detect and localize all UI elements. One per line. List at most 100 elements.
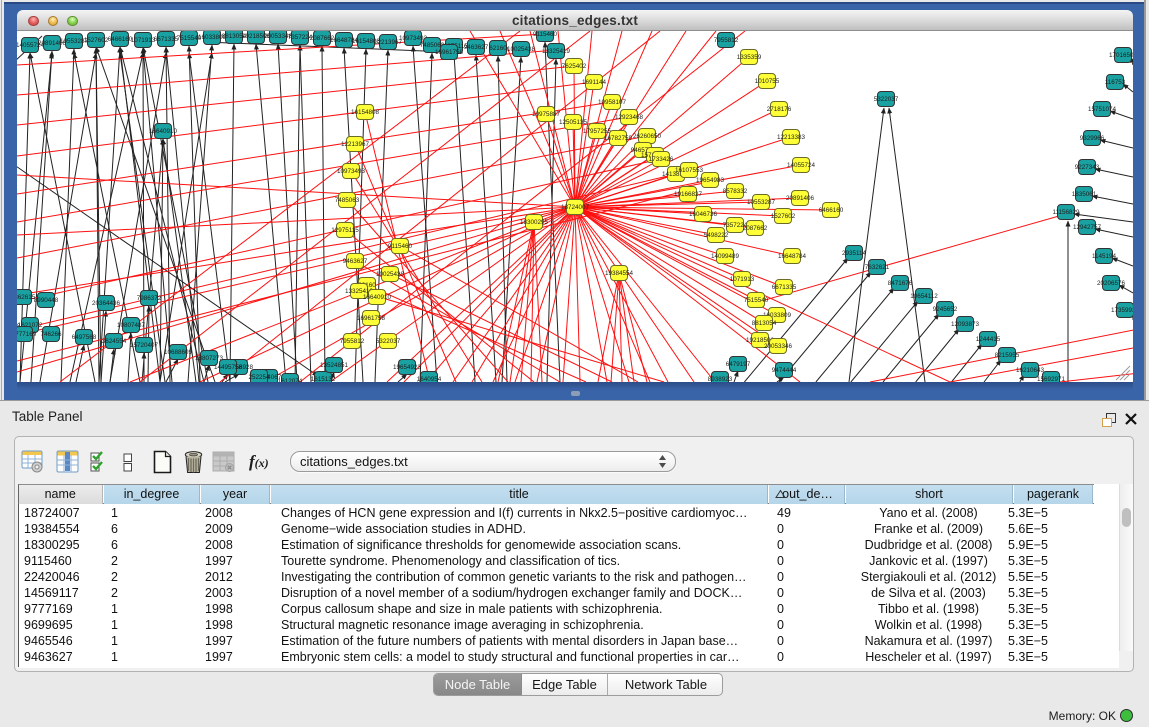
svg-text:19384554: 19384554 [605, 270, 634, 277]
svg-text:12975115: 12975115 [331, 227, 359, 234]
svg-text:1527602: 1527602 [771, 213, 796, 220]
svg-text:20891406: 20891406 [786, 195, 815, 202]
svg-text:3624554: 3624554 [102, 338, 127, 345]
svg-text:8471676: 8471676 [888, 280, 913, 287]
svg-text:14099489: 14099489 [711, 253, 740, 260]
svg-text:1615132: 1615132 [311, 376, 336, 382]
svg-text:12093873: 12093873 [951, 321, 980, 328]
svg-text:1612074: 1612074 [278, 378, 303, 382]
svg-text:6671335: 6671335 [154, 36, 179, 43]
svg-text:17359934: 17359934 [1111, 307, 1133, 314]
svg-text:1640954: 1640954 [417, 376, 442, 382]
svg-text:10975887: 10975887 [532, 111, 561, 118]
svg-text:9115460: 9115460 [533, 31, 558, 38]
svg-text:746266: 746266 [40, 331, 62, 338]
svg-text:5322037: 5322037 [874, 96, 899, 103]
svg-text:1145194: 1145194 [1092, 253, 1117, 260]
svg-text:20206576: 20206576 [1097, 280, 1126, 287]
svg-text:8990448: 8990448 [34, 297, 59, 304]
svg-text:10654112: 10654112 [910, 293, 938, 300]
svg-text:1733426: 1733426 [649, 156, 674, 163]
svg-text:16210643: 16210643 [1016, 367, 1045, 374]
svg-text:19166827: 19166827 [674, 191, 703, 198]
svg-text:16648784: 16648784 [778, 253, 807, 260]
svg-text:16961758: 16961758 [435, 49, 464, 56]
svg-text:12923468: 12923468 [615, 114, 644, 121]
svg-text:9474444: 9474444 [772, 367, 797, 374]
svg-text:1071913: 1071913 [730, 276, 755, 283]
svg-text:1244415: 1244415 [976, 336, 1001, 343]
svg-text:20053346: 20053346 [764, 343, 793, 350]
svg-text:15720407: 15720407 [130, 342, 159, 349]
svg-text:10807487: 10807487 [117, 322, 146, 329]
svg-text:16640910: 16640910 [363, 294, 392, 301]
svg-text:9245652: 9245652 [933, 306, 958, 313]
svg-text:9463627: 9463627 [464, 44, 489, 51]
svg-text:14495758: 14495758 [214, 364, 243, 371]
svg-text:6466160: 6466160 [108, 36, 133, 43]
svg-text:12505135: 12505135 [559, 119, 588, 126]
svg-text:9115460: 9115460 [388, 243, 413, 250]
svg-text:7955812: 7955812 [714, 37, 739, 44]
svg-text:10025438: 10025438 [376, 271, 405, 278]
svg-text:7485063: 7485063 [335, 197, 360, 204]
svg-text:18807273: 18807273 [195, 355, 224, 362]
svg-text:16961758: 16961758 [357, 315, 386, 322]
svg-text:10958107: 10958107 [598, 99, 627, 106]
svg-text:11156829: 11156829 [1052, 209, 1080, 216]
svg-text:62160: 62160 [489, 45, 507, 52]
svg-text:7625402: 7625402 [562, 63, 587, 70]
svg-text:1010755: 1010755 [755, 78, 780, 85]
svg-text:18724007: 18724007 [561, 204, 590, 211]
svg-text:9777169: 9777169 [17, 331, 37, 338]
svg-text:10025438: 10025438 [507, 46, 536, 53]
svg-text:8215955: 8215955 [995, 352, 1020, 359]
svg-text:252254: 252254 [248, 374, 270, 381]
svg-text:9329966: 9329966 [1080, 135, 1105, 142]
svg-text:1071913: 1071913 [131, 37, 156, 44]
svg-text:2087662: 2087662 [743, 225, 768, 232]
svg-text:16640910: 16640910 [149, 128, 178, 135]
svg-text:7515540: 7515540 [744, 297, 769, 304]
svg-text:1527602: 1527602 [84, 37, 109, 44]
svg-text:18300295: 18300295 [520, 219, 549, 226]
svg-text:2935114: 2935114 [842, 250, 867, 257]
svg-text:8938923: 8938923 [708, 376, 733, 382]
svg-text:13325419: 13325419 [542, 48, 571, 55]
svg-text:7955812: 7955812 [340, 338, 365, 345]
svg-text:12213383: 12213383 [777, 134, 806, 141]
svg-text:1835061: 1835061 [1072, 191, 1097, 198]
svg-text:7632621: 7632621 [865, 264, 890, 271]
svg-text:13524851: 13524851 [320, 362, 349, 369]
svg-text:16782759: 16782759 [604, 135, 633, 142]
svg-text:6497568: 6497568 [72, 334, 97, 341]
svg-text:17957255: 17957255 [583, 128, 612, 135]
svg-text:2718176: 2718176 [767, 106, 792, 113]
svg-text:19654923: 19654923 [393, 364, 422, 371]
svg-text:26260650: 26260650 [633, 133, 662, 140]
svg-text:7986372: 7986372 [137, 295, 162, 302]
svg-text:5498222: 5498222 [704, 232, 729, 239]
svg-text:8813054: 8813054 [752, 320, 777, 327]
svg-text:10973493: 10973493 [337, 168, 366, 175]
svg-text:10553287: 10553287 [747, 199, 776, 206]
svg-text:1335359: 1335359 [737, 54, 762, 61]
svg-text:15751074: 15751074 [1088, 106, 1117, 113]
svg-text:116753: 116753 [1105, 79, 1126, 86]
svg-text:16154808: 16154808 [351, 109, 380, 116]
svg-text:20364436: 20364436 [92, 300, 121, 307]
svg-text:8578332: 8578332 [723, 188, 748, 195]
svg-text:6671335: 6671335 [772, 284, 797, 291]
svg-text:16107553: 16107553 [675, 167, 704, 174]
svg-text:14055724: 14055724 [787, 162, 816, 169]
svg-text:6466160: 6466160 [819, 207, 844, 214]
svg-text:12942757: 12942757 [1073, 224, 1102, 231]
svg-text:9463627: 9463627 [343, 258, 368, 265]
svg-text:19654983: 19654983 [696, 177, 725, 184]
svg-text:15692971: 15692971 [1037, 376, 1066, 382]
svg-text:6479197: 6479197 [726, 361, 751, 368]
svg-text:5322037: 5322037 [376, 338, 401, 345]
svg-text:12213967: 12213967 [341, 141, 370, 148]
svg-text:16046736: 16046736 [689, 211, 718, 218]
svg-text:10688609: 10688609 [164, 349, 193, 356]
